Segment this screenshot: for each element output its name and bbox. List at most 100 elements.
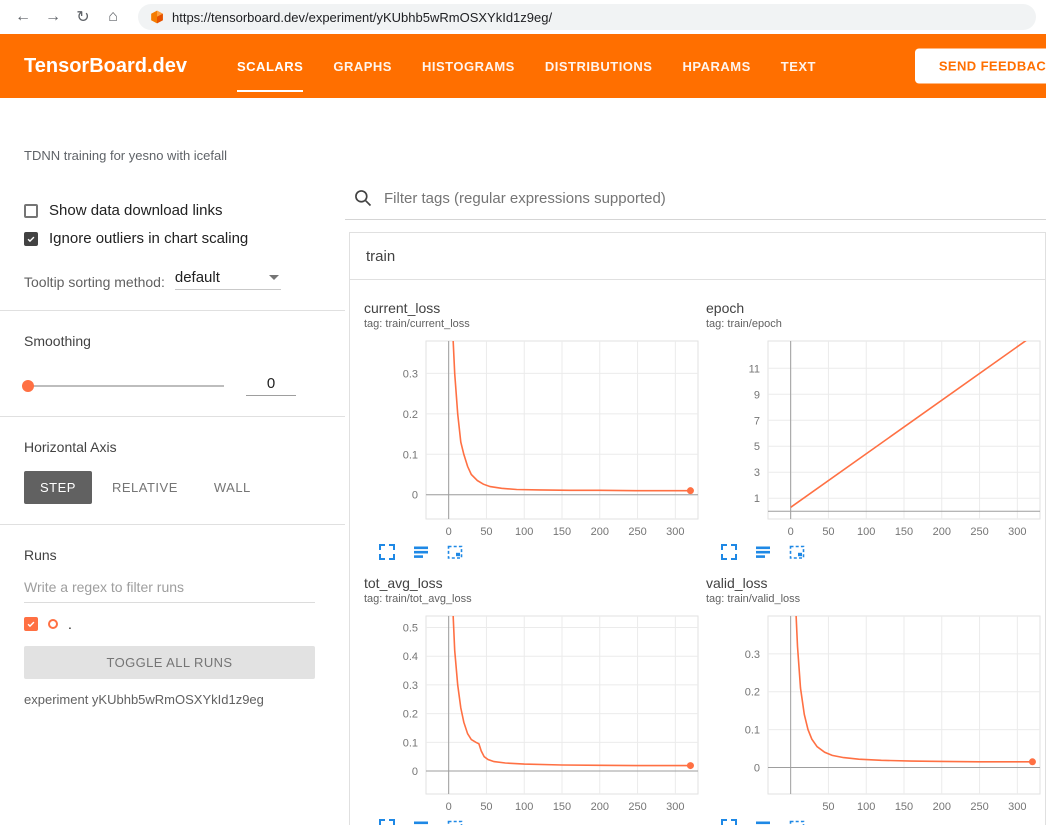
tooltip-sorting-dropdown[interactable]: default [175, 269, 281, 290]
axis-wall-button[interactable]: WALL [198, 471, 267, 504]
svg-text:250: 250 [628, 801, 646, 813]
sidebar-divider [0, 416, 345, 417]
svg-text:100: 100 [515, 801, 533, 813]
dropdown-caret-icon [269, 275, 279, 280]
svg-text:200: 200 [591, 801, 609, 813]
svg-text:50: 50 [822, 526, 834, 538]
svg-text:100: 100 [857, 526, 875, 538]
chart-tag: tag: train/valid_loss [706, 593, 1042, 605]
chart-plot[interactable]: 05010015020025030000.10.20.3 [364, 334, 700, 538]
run-list-item: . [24, 616, 315, 632]
svg-text:100: 100 [515, 526, 533, 538]
dashboard-main: train current_loss tag: train/current_lo… [345, 178, 1046, 825]
chart-title: tot_avg_loss [364, 575, 700, 591]
svg-text:300: 300 [1008, 526, 1026, 538]
reload-icon[interactable]: ↻ [70, 7, 96, 27]
runs-filter-input[interactable] [24, 571, 315, 603]
svg-text:3: 3 [754, 467, 760, 479]
svg-text:0: 0 [412, 766, 418, 778]
chart-card-epoch: epoch tag: train/epoch 05010015020025030… [706, 300, 1042, 561]
run-selector-icon[interactable] [412, 818, 430, 825]
chart-plot[interactable]: 0501001502002503001357911 [706, 334, 1042, 538]
brand-title: TensorBoard.dev [24, 55, 187, 78]
tooltip-sorting-row: Tooltip sorting method: default [24, 269, 315, 290]
svg-text:150: 150 [895, 801, 913, 813]
chart-plot[interactable]: 05010015020025030000.10.20.30.40.5 [364, 609, 700, 813]
svg-text:50: 50 [822, 801, 834, 813]
svg-text:100: 100 [857, 801, 875, 813]
smoothing-slider[interactable] [24, 385, 224, 387]
chart-tag: tag: train/tot_avg_loss [364, 593, 700, 605]
tab-scalars[interactable]: SCALARS [237, 34, 303, 98]
tag-filter-input[interactable] [382, 189, 1046, 208]
expand-chart-icon[interactable] [720, 818, 738, 825]
svg-text:0: 0 [788, 526, 794, 538]
chart-title: epoch [706, 300, 1042, 316]
chart-plot[interactable]: 5010015020025030000.10.20.3 [706, 609, 1042, 813]
svg-text:0: 0 [446, 801, 452, 813]
ignore-outliers-row: Ignore outliers in chart scaling [24, 230, 315, 247]
svg-text:0.2: 0.2 [745, 687, 760, 699]
chart-card-tot-avg-loss: tot_avg_loss tag: train/tot_avg_loss 0 50… [364, 575, 700, 825]
tab-distributions[interactable]: DISTRIBUTIONS [545, 34, 653, 98]
tab-hparams[interactable]: HPARAMS [682, 34, 750, 98]
run-selector-icon[interactable] [754, 543, 772, 561]
expand-chart-icon[interactable] [720, 543, 738, 561]
fit-domain-icon[interactable] [446, 818, 464, 825]
show-download-links-checkbox[interactable] [24, 204, 38, 218]
tab-histograms[interactable]: HISTOGRAMS [422, 34, 515, 98]
chart-actions [706, 543, 1042, 561]
show-download-links-row: Show data download links [24, 202, 315, 219]
svg-text:0.4: 0.4 [403, 651, 418, 663]
smoothing-value-input[interactable] [246, 375, 296, 396]
chart-card-current-loss: current_loss tag: train/current_loss 050… [364, 300, 700, 561]
forward-icon[interactable]: → [40, 8, 66, 26]
home-icon[interactable]: ⌂ [100, 8, 126, 26]
run-selector-icon[interactable] [754, 818, 772, 825]
axis-step-button[interactable]: STEP [24, 471, 92, 504]
run-selector-icon[interactable] [412, 543, 430, 561]
fit-domain-icon[interactable] [788, 818, 806, 825]
svg-text:0.3: 0.3 [403, 680, 418, 692]
chart-card-valid-loss: valid_loss tag: train/valid_loss 5010015… [706, 575, 1042, 825]
svg-text:150: 150 [553, 526, 571, 538]
svg-text:5: 5 [754, 441, 760, 453]
tab-graphs[interactable]: GRAPHS [333, 34, 392, 98]
svg-text:200: 200 [933, 801, 951, 813]
tooltip-sorting-label: Tooltip sorting method: [24, 274, 165, 290]
svg-text:50: 50 [480, 801, 492, 813]
run-color-swatch-icon [48, 619, 58, 629]
run-checkbox[interactable] [24, 617, 38, 631]
browser-toolbar: ← → ↻ ⌂ https://tensorboard.dev/experime… [0, 0, 1046, 34]
toggle-all-runs-button[interactable]: TOGGLE ALL RUNS [24, 646, 315, 679]
svg-text:0: 0 [412, 490, 418, 502]
back-icon[interactable]: ← [10, 8, 36, 26]
url-text: https://tensorboard.dev/experiment/yKUbh… [172, 10, 552, 25]
tab-text[interactable]: TEXT [781, 34, 816, 98]
svg-text:0.1: 0.1 [403, 449, 418, 461]
svg-text:50: 50 [480, 526, 492, 538]
svg-text:1: 1 [754, 493, 760, 505]
smoothing-slider-row [24, 375, 315, 396]
expand-chart-icon[interactable] [378, 818, 396, 825]
smoothing-slider-thumb[interactable] [22, 380, 34, 392]
svg-text:0.3: 0.3 [403, 368, 418, 380]
address-bar[interactable]: https://tensorboard.dev/experiment/yKUbh… [138, 4, 1036, 30]
svg-text:9: 9 [754, 389, 760, 401]
train-group-header[interactable]: train [350, 233, 1045, 280]
ignore-outliers-checkbox[interactable] [24, 232, 38, 246]
svg-text:7: 7 [754, 415, 760, 427]
settings-sidebar: Show data download links Ignore outliers… [0, 178, 345, 825]
tag-filter-row [345, 178, 1046, 220]
svg-text:200: 200 [591, 526, 609, 538]
sidebar-divider [0, 524, 345, 525]
send-feedback-button[interactable]: SEND FEEDBACK [915, 49, 1046, 84]
experiment-title: TDNN training for yesno with icefall [0, 98, 1046, 178]
svg-text:250: 250 [628, 526, 646, 538]
chart-tag: tag: train/current_loss [364, 318, 700, 330]
fit-domain-icon[interactable] [446, 543, 464, 561]
fit-domain-icon[interactable] [788, 543, 806, 561]
ignore-outliers-label: Ignore outliers in chart scaling [49, 230, 248, 247]
expand-chart-icon[interactable] [378, 543, 396, 561]
axis-relative-button[interactable]: RELATIVE [96, 471, 194, 504]
